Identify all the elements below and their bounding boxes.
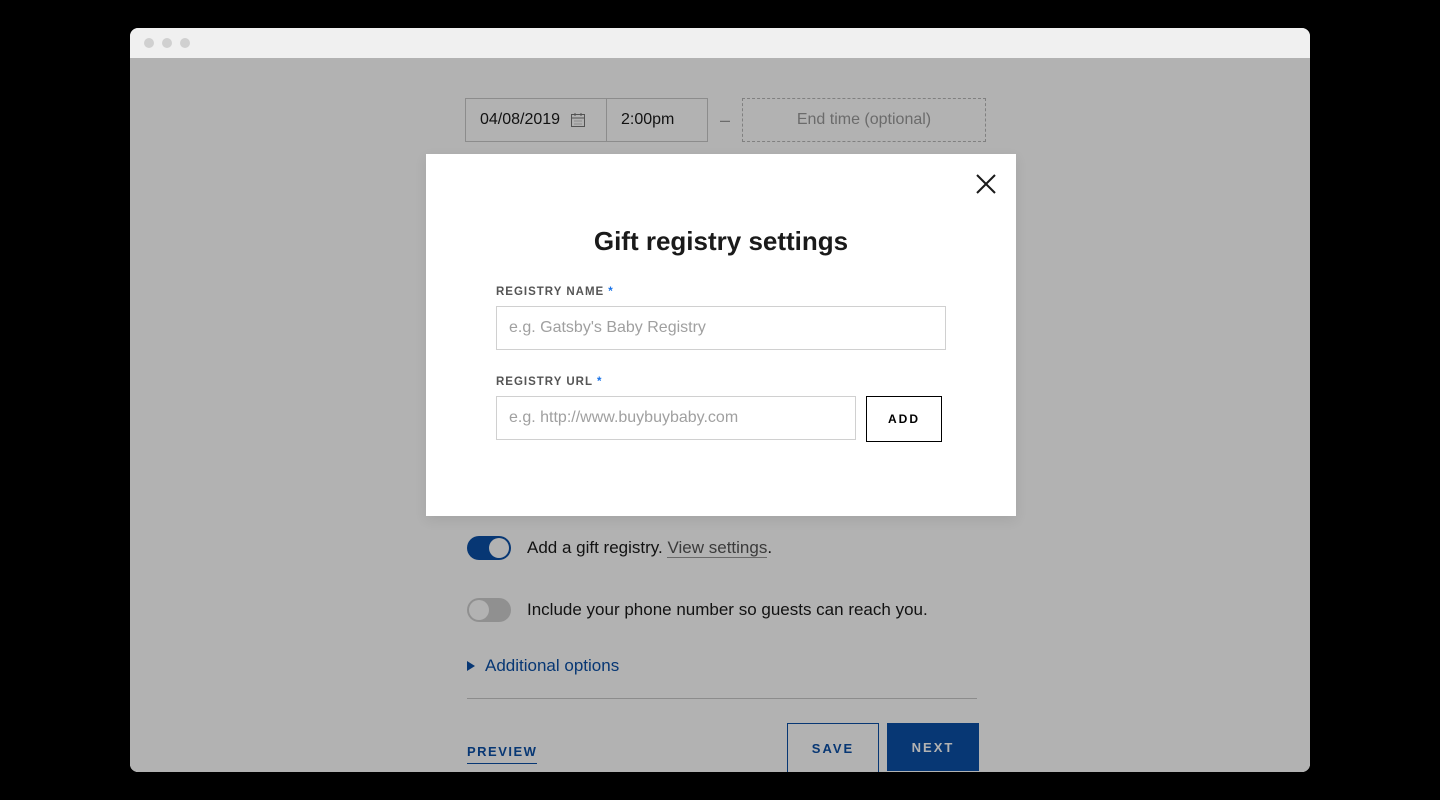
additional-options-disclosure[interactable]: Additional options	[467, 656, 619, 676]
registry-url-label: REGISTRY URL*	[496, 376, 602, 388]
next-button[interactable]: NEXT	[887, 723, 979, 771]
phone-toggle-row: Include your phone number so guests can …	[467, 598, 928, 622]
required-asterisk-icon: *	[608, 286, 613, 298]
end-time-input[interactable]: End time (optional)	[742, 98, 986, 142]
save-button[interactable]: SAVE	[787, 723, 879, 772]
phone-label: Include your phone number so guests can …	[527, 600, 928, 620]
date-value: 04/08/2019	[480, 111, 560, 129]
modal-title: Gift registry settings	[426, 226, 1016, 257]
window-titlebar	[130, 28, 1310, 58]
calendar-icon	[570, 112, 586, 128]
gift-registry-toggle[interactable]	[467, 536, 511, 560]
divider	[467, 698, 977, 699]
minimize-dot-icon[interactable]	[162, 38, 172, 48]
registry-name-input[interactable]	[496, 306, 946, 350]
gift-registry-modal: Gift registry settings REGISTRY NAME* RE…	[426, 154, 1016, 516]
close-button[interactable]	[974, 172, 998, 196]
triangle-right-icon	[467, 656, 475, 676]
registry-url-input[interactable]	[496, 396, 856, 440]
time-input[interactable]: 2:00pm	[607, 98, 708, 142]
date-input[interactable]: 04/08/2019	[465, 98, 607, 142]
gift-registry-toggle-row: Add a gift registry. View settings.	[467, 536, 772, 560]
time-separator: –	[708, 110, 742, 131]
preview-link[interactable]: PREVIEW	[467, 744, 537, 764]
window-controls	[144, 38, 190, 48]
time-value: 2:00pm	[621, 111, 674, 129]
close-dot-icon[interactable]	[144, 38, 154, 48]
end-time-placeholder: End time (optional)	[797, 111, 931, 129]
additional-options-label: Additional options	[485, 656, 619, 676]
phone-toggle[interactable]	[467, 598, 511, 622]
required-asterisk-icon: *	[597, 376, 602, 388]
browser-window: 04/08/2019 2:00pm	[130, 28, 1310, 772]
maximize-dot-icon[interactable]	[180, 38, 190, 48]
view-settings-link[interactable]: View settings	[667, 538, 767, 558]
datetime-row: 04/08/2019 2:00pm	[465, 98, 986, 142]
browser-body: 04/08/2019 2:00pm	[130, 58, 1310, 772]
registry-name-label: REGISTRY NAME*	[496, 286, 614, 298]
gift-registry-label: Add a gift registry. View settings.	[527, 538, 772, 558]
add-button[interactable]: ADD	[866, 396, 942, 442]
